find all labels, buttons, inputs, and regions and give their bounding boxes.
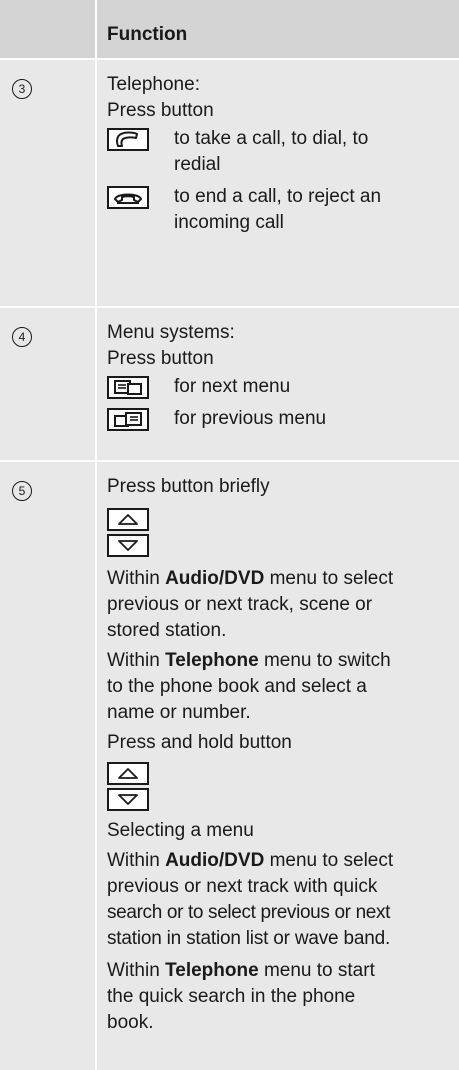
press-button-text: Press button — [107, 100, 214, 121]
take-call-text-line2: redial — [174, 154, 221, 175]
function-table: Function 3 Telephone: Press button to ta… — [0, 0, 459, 1070]
telephone-title: Telephone: — [107, 74, 200, 95]
phone-pickup-icon — [107, 128, 149, 151]
up-arrow-icon — [107, 508, 149, 531]
row-number-3: 3 — [12, 79, 32, 99]
telephone-brief-line2: to the phone book and select a — [107, 676, 367, 697]
next-menu-icon — [107, 376, 149, 399]
audio-dvd-hold-line1: Within Audio/DVD menu to select — [107, 850, 394, 871]
telephone-hold-line1: Within Telephone menu to start — [107, 960, 375, 981]
table-row-telephone: 3 Telephone: Press button to take a call… — [0, 60, 459, 306]
audio-dvd-hold-line3: search or to select previous or next — [107, 902, 391, 923]
row-number-4: 4 — [12, 327, 32, 347]
function-column-header: Function — [107, 24, 188, 45]
press-hold-text: Press and hold button — [107, 732, 292, 753]
row-number-5: 5 — [12, 481, 32, 501]
down-arrow-icon — [107, 534, 149, 557]
telephone-hold-line2: the quick search in the phone — [107, 986, 356, 1007]
telephone-brief-line1: Within Telephone menu to switch — [107, 650, 391, 671]
table-header-row: Function — [0, 0, 459, 58]
down-arrow-icon — [107, 788, 149, 811]
audio-dvd-brief-line3: stored station. — [107, 620, 227, 641]
menu-systems-title: Menu systems: — [107, 322, 235, 343]
audio-dvd-hold-line2: previous or next track with quick — [107, 876, 378, 897]
audio-dvd-brief-line1: Within Audio/DVD menu to select — [107, 568, 394, 589]
end-call-text-line1: to end a call, to reject an — [174, 186, 382, 207]
up-arrow-icon — [107, 762, 149, 785]
selecting-menu-text: Selecting a menu — [107, 820, 254, 841]
press-briefly-text: Press button briefly — [107, 476, 270, 497]
column-separator — [95, 0, 97, 1070]
press-button-text: Press button — [107, 348, 214, 369]
audio-dvd-hold-line4: station in station list or wave band. — [107, 928, 391, 949]
telephone-hold-line3: book. — [107, 1012, 154, 1033]
take-call-text-line1: to take a call, to dial, to — [174, 128, 369, 149]
table-row-arrow-buttons: 5 Press button briefly Within Audio/DVD … — [0, 462, 459, 1070]
end-call-text-line2: incoming call — [174, 212, 284, 233]
previous-menu-text: for previous menu — [174, 408, 327, 429]
previous-menu-icon — [107, 408, 149, 431]
next-menu-text: for next menu — [174, 376, 291, 397]
table-row-menu-systems: 4 Menu systems: Press button for next me… — [0, 308, 459, 460]
telephone-brief-line3: name or number. — [107, 702, 251, 723]
audio-dvd-brief-line2: previous or next track, scene or — [107, 594, 373, 615]
phone-hangup-icon — [107, 186, 149, 209]
